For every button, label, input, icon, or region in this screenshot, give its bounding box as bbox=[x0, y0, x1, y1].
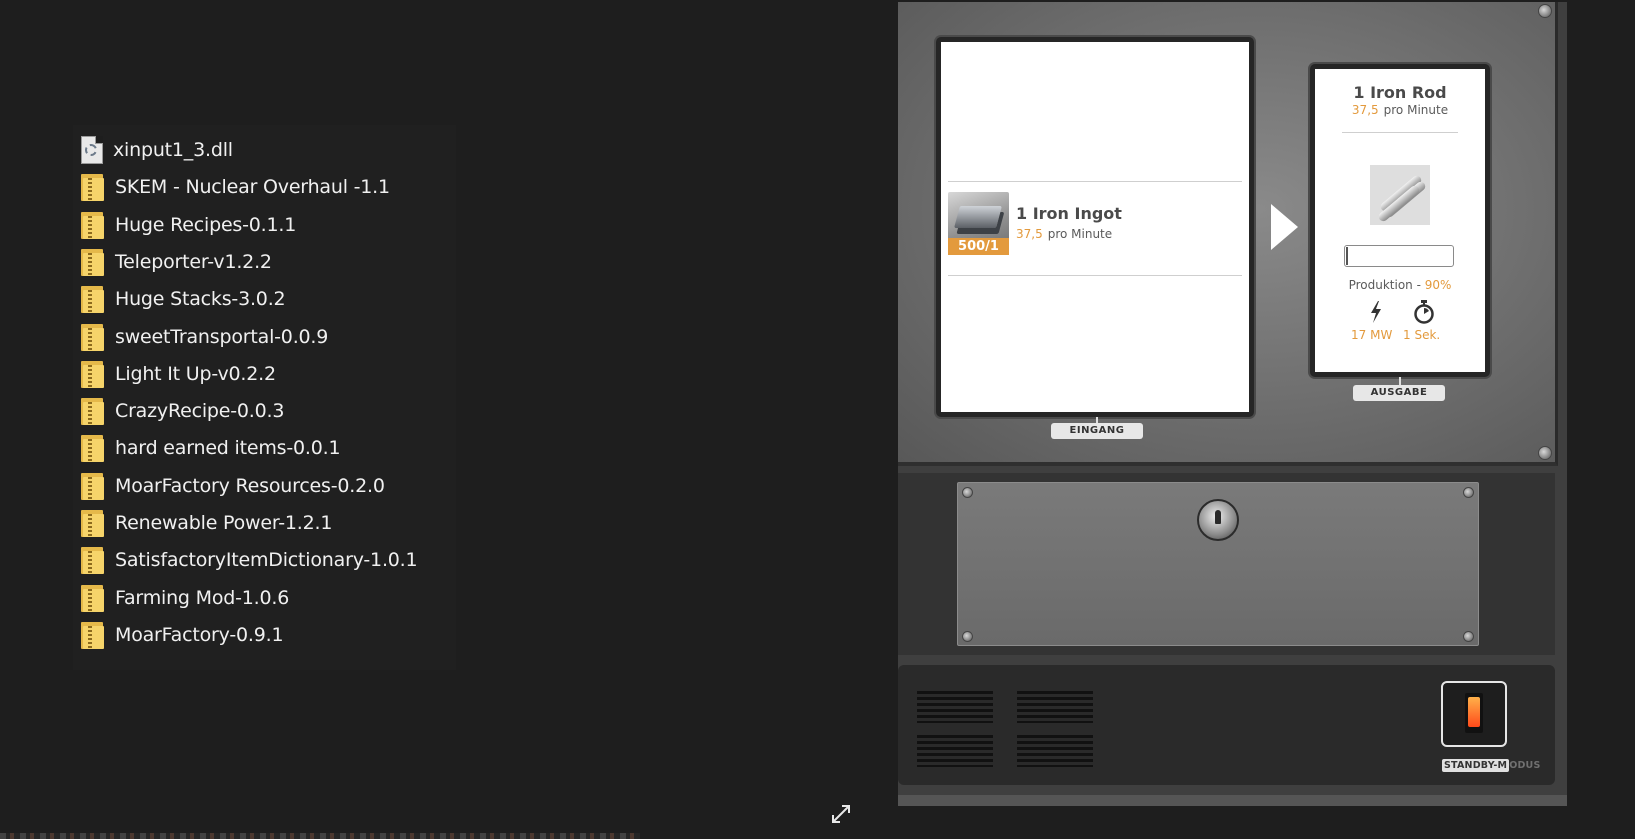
file-name: Teleporter-v1.2.2 bbox=[115, 250, 272, 273]
file-name: xinput1_3.dll bbox=[113, 139, 233, 161]
file-row[interactable]: Light It Up-v0.2.2 bbox=[81, 359, 276, 389]
production-progress bbox=[1344, 245, 1454, 267]
file-name: SatisfactoryItemDictionary-1.0.1 bbox=[115, 549, 418, 572]
file-row[interactable]: Farming Mod-1.0.6 bbox=[81, 583, 289, 613]
recipe-panel: 500/1 1 Iron Ingot 37,5 pro Minute EINGAN… bbox=[898, 2, 1558, 466]
standby-label: STANDBY-M ODUS bbox=[1442, 759, 1541, 774]
output-rate-value: 37,5 bbox=[1351, 103, 1379, 117]
file-row[interactable]: SKEM - Nuclear Overhaul -1.1 bbox=[81, 172, 390, 202]
standby-label-lit: STANDBY-M bbox=[1442, 759, 1510, 772]
file-name: MoarFactory-0.9.1 bbox=[115, 623, 284, 646]
standby-toggle[interactable] bbox=[1441, 681, 1507, 747]
zip-folder-icon bbox=[81, 583, 105, 613]
file-row[interactable]: hard earned items-0.0.1 bbox=[81, 433, 341, 463]
vent-grille bbox=[917, 735, 993, 767]
zip-folder-icon bbox=[81, 433, 105, 463]
file-row[interactable]: SatisfactoryItemDictionary-1.0.1 bbox=[81, 545, 418, 575]
access-door bbox=[957, 482, 1479, 646]
input-rate-unit: pro Minute bbox=[1047, 227, 1113, 241]
screw-icon bbox=[1463, 631, 1474, 642]
file-name: Light It Up-v0.2.2 bbox=[115, 362, 276, 385]
power-bolt-icon bbox=[1371, 301, 1381, 323]
zip-folder-icon bbox=[81, 508, 105, 538]
file-row[interactable]: MoarFactory-0.9.1 bbox=[81, 620, 284, 650]
cycle-time: 1 Sek. bbox=[1403, 328, 1441, 342]
file-name: Huge Recipes-0.1.1 bbox=[115, 213, 297, 236]
machine-window: 500/1 1 Iron Ingot 37,5 pro Minute EINGAN… bbox=[898, 2, 1567, 806]
taskbar-strip bbox=[0, 833, 640, 839]
lock-icon[interactable] bbox=[1197, 499, 1239, 541]
input-item-name: 1 Iron Ingot bbox=[1016, 204, 1122, 223]
arrow-right-icon bbox=[1271, 204, 1298, 250]
file-row[interactable]: sweetTransportal-0.0.9 bbox=[81, 322, 328, 352]
zip-folder-icon bbox=[81, 210, 105, 240]
file-name: SKEM - Nuclear Overhaul -1.1 bbox=[115, 176, 390, 199]
input-label: EINGANG bbox=[1051, 423, 1143, 439]
stack-badge: 500/1 bbox=[948, 238, 1009, 255]
divider bbox=[948, 181, 1242, 182]
file-list: xinput1_3.dll SKEM - Nuclear Overhaul -1.… bbox=[73, 125, 456, 670]
machine-footer bbox=[898, 795, 1567, 806]
vent-grille bbox=[1017, 735, 1093, 767]
file-name: sweetTransportal-0.0.9 bbox=[115, 325, 329, 348]
output-panel: 1 Iron Rod 37,5 pro Minute Produktion - 9… bbox=[1310, 64, 1490, 377]
divider bbox=[948, 275, 1242, 276]
file-row[interactable]: Huge Stacks-3.0.2 bbox=[81, 284, 286, 314]
expand-icon[interactable] bbox=[830, 803, 852, 825]
file-name: Renewable Power-1.2.1 bbox=[115, 512, 333, 534]
screw-icon bbox=[1538, 4, 1552, 18]
input-rate: 37,5 pro Minute bbox=[1016, 227, 1112, 241]
input-panel: 500/1 1 Iron Ingot 37,5 pro Minute bbox=[936, 37, 1254, 417]
standby-label-dim: ODUS bbox=[1509, 760, 1541, 771]
screw-icon bbox=[1463, 487, 1474, 498]
machine-door-panel bbox=[898, 473, 1555, 655]
output-rate-unit: pro Minute bbox=[1383, 103, 1449, 117]
zip-folder-icon bbox=[81, 322, 105, 352]
vent-grille bbox=[1017, 691, 1093, 723]
file-row[interactable]: MoarFactory Resources-0.2.0 bbox=[81, 471, 385, 501]
dll-file-icon bbox=[81, 136, 103, 164]
output-rate: 37,5 pro Minute bbox=[1315, 103, 1485, 117]
zip-folder-icon bbox=[81, 545, 105, 575]
file-row[interactable]: Renewable Power-1.2.1 bbox=[81, 508, 332, 538]
zip-folder-icon bbox=[81, 247, 105, 277]
screw-icon bbox=[962, 487, 973, 498]
production-label: Produktion - bbox=[1348, 278, 1421, 292]
file-name: hard earned items-0.0.1 bbox=[115, 437, 341, 460]
file-name: CrazyRecipe-0.0.3 bbox=[115, 400, 285, 423]
output-item-name: 1 Iron Rod bbox=[1353, 83, 1447, 102]
production-pct: 90% bbox=[1424, 278, 1452, 292]
vent-grille bbox=[917, 691, 993, 723]
stopwatch-icon bbox=[1414, 300, 1434, 324]
zip-folder-icon bbox=[81, 471, 105, 501]
file-name: Huge Stacks-3.0.2 bbox=[115, 288, 286, 311]
production-status: Produktion - 90% bbox=[1315, 278, 1485, 292]
iron-rod-icon[interactable] bbox=[1370, 165, 1430, 225]
file-row[interactable]: CrazyRecipe-0.0.3 bbox=[81, 396, 284, 426]
divider bbox=[1342, 132, 1458, 133]
zip-folder-icon bbox=[81, 172, 105, 202]
file-row[interactable]: Huge Recipes-0.1.1 bbox=[81, 210, 296, 240]
power-usage: 17 MW bbox=[1351, 328, 1393, 342]
input-rate-value: 37,5 bbox=[1016, 227, 1043, 241]
output-label: AUSGABE bbox=[1353, 385, 1445, 401]
zip-folder-icon bbox=[81, 359, 105, 389]
file-name: MoarFactory Resources-0.2.0 bbox=[115, 474, 385, 497]
file-row[interactable]: xinput1_3.dll bbox=[81, 135, 233, 165]
zip-folder-icon bbox=[81, 284, 105, 314]
progress-fill bbox=[1346, 247, 1349, 265]
screw-icon bbox=[962, 631, 973, 642]
machine-base-panel: STANDBY-M ODUS bbox=[898, 665, 1555, 785]
file-name: Farming Mod-1.0.6 bbox=[115, 586, 290, 609]
file-row[interactable]: Teleporter-v1.2.2 bbox=[81, 247, 272, 277]
zip-folder-icon bbox=[81, 620, 105, 650]
standby-indicator bbox=[1465, 693, 1483, 733]
zip-folder-icon bbox=[81, 396, 105, 426]
screw-icon bbox=[1538, 446, 1552, 460]
